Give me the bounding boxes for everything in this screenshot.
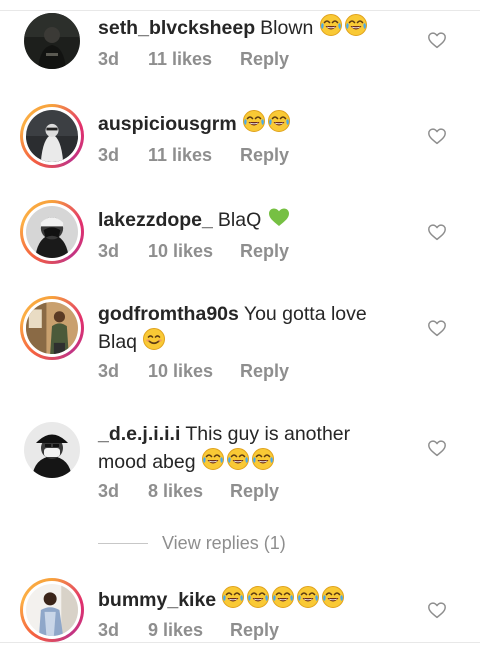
comment-meta: 3d 11 likes Reply xyxy=(98,49,289,70)
comment-body: BlaQ xyxy=(217,209,262,231)
avatar[interactable] xyxy=(20,200,84,264)
face-with-tears-of-joy-icon xyxy=(344,13,368,37)
face-with-tears-of-joy-icon xyxy=(251,447,275,471)
comment-meta: 3d 8 likes Reply xyxy=(98,481,279,502)
comment-time: 3d xyxy=(98,145,120,165)
bottom-divider xyxy=(0,642,480,643)
avatar-image xyxy=(26,584,78,636)
reply-button[interactable]: Reply xyxy=(240,361,289,382)
comment-text: auspiciousgrm xyxy=(98,109,388,137)
reply-button[interactable]: Reply xyxy=(240,241,289,262)
username-link[interactable]: lakezzdope_ xyxy=(98,209,213,231)
username-link[interactable]: bummy_kike xyxy=(98,589,216,611)
avatar-image xyxy=(24,422,80,478)
like-heart-icon[interactable] xyxy=(427,601,447,619)
comment-time: 3d xyxy=(98,481,120,501)
view-replies-divider xyxy=(98,542,148,544)
username-link[interactable]: godfromtha90s xyxy=(98,303,239,325)
comment-text: _d.e.j.i.i.i This guy is another mood abe… xyxy=(98,421,388,475)
reply-button[interactable]: Reply xyxy=(230,481,279,502)
avatar[interactable] xyxy=(24,13,80,69)
likes-count[interactable]: 8 likes xyxy=(148,481,230,502)
face-with-tears-of-joy-icon xyxy=(319,13,343,37)
view-replies-button[interactable]: View replies (1) xyxy=(98,531,286,555)
reply-button[interactable]: Reply xyxy=(240,145,289,166)
like-heart-icon[interactable] xyxy=(427,127,447,145)
likes-count[interactable]: 11 likes xyxy=(148,145,240,166)
like-heart-icon[interactable] xyxy=(427,31,447,49)
likes-count[interactable]: 10 likes xyxy=(148,361,240,382)
likes-count[interactable]: 9 likes xyxy=(148,620,230,641)
comment-meta: 3d 10 likes Reply xyxy=(98,361,289,382)
comment-meta: 3d 10 likes Reply xyxy=(98,241,289,262)
comment-text: seth_blvcksheep Blown xyxy=(98,13,388,41)
like-heart-icon[interactable] xyxy=(427,223,447,241)
comment-text: godfromtha90s You gotta love Blaq xyxy=(98,301,388,355)
avatar[interactable] xyxy=(20,104,84,168)
green-heart-icon xyxy=(267,205,291,229)
top-divider xyxy=(0,10,480,11)
face-with-tears-of-joy-icon xyxy=(221,585,245,609)
avatar-image xyxy=(26,206,78,258)
reply-button[interactable]: Reply xyxy=(240,49,289,70)
face-with-tears-of-joy-icon xyxy=(226,447,250,471)
avatar-image xyxy=(26,110,78,162)
avatar-image xyxy=(26,302,78,354)
username-link[interactable]: seth_blvcksheep xyxy=(98,17,255,39)
comment-meta: 3d 9 likes Reply xyxy=(98,620,279,641)
face-with-tears-of-joy-icon xyxy=(267,109,291,133)
view-replies-label[interactable]: View replies (1) xyxy=(162,533,286,554)
like-heart-icon[interactable] xyxy=(427,439,447,457)
face-with-tears-of-joy-icon xyxy=(246,585,270,609)
comment-meta: 3d 11 likes Reply xyxy=(98,145,289,166)
reply-button[interactable]: Reply xyxy=(230,620,279,641)
face-with-tears-of-joy-icon xyxy=(271,585,295,609)
likes-count[interactable]: 10 likes xyxy=(148,241,240,262)
face-with-tears-of-joy-icon xyxy=(296,585,320,609)
face-with-tears-of-joy-icon xyxy=(201,447,225,471)
avatar[interactable] xyxy=(20,296,84,360)
avatar[interactable] xyxy=(24,422,80,478)
comment-time: 3d xyxy=(98,620,120,640)
face-with-tears-of-joy-icon xyxy=(321,585,345,609)
face-with-tears-of-joy-icon xyxy=(242,109,266,133)
comment-time: 3d xyxy=(98,49,120,69)
avatar-image xyxy=(24,13,80,69)
smiling-face-icon xyxy=(142,327,166,351)
likes-count[interactable]: 11 likes xyxy=(148,49,240,70)
like-heart-icon[interactable] xyxy=(427,319,447,337)
username-link[interactable]: auspiciousgrm xyxy=(98,113,237,135)
comment-time: 3d xyxy=(98,361,120,381)
avatar[interactable] xyxy=(20,578,84,642)
comment-text: lakezzdope_ BlaQ xyxy=(98,205,388,233)
username-link[interactable]: _d.e.j.i.i.i xyxy=(98,423,180,445)
comment-text: bummy_kike xyxy=(98,585,388,613)
comment-time: 3d xyxy=(98,241,120,261)
comment-body: Blown xyxy=(260,17,314,39)
